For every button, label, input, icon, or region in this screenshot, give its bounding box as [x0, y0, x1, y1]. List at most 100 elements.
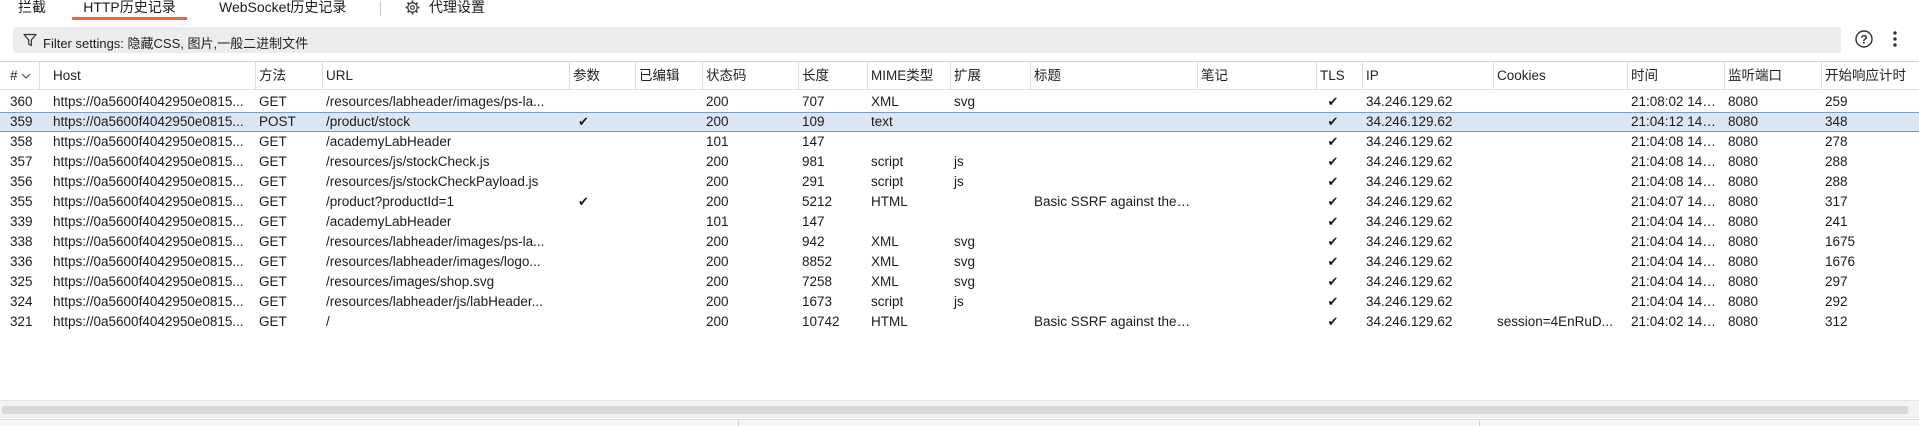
cell-url: /resources/labheader/images/ps-la...: [326, 234, 545, 249]
cell-edited: [629, 312, 696, 332]
cell-tls: ✔: [1327, 214, 1339, 229]
cell-time: 21:04:02 14 J...: [1631, 314, 1718, 329]
column-header-length[interactable]: 长度: [792, 62, 868, 90]
cell-tls: ✔: [1327, 194, 1339, 209]
table-row[interactable]: 325 https://0a5600f4042950e0815... GET/res…: [0, 272, 1919, 292]
table-row[interactable]: 358 https://0a5600f4042950e0815... GET/aca…: [0, 132, 1919, 152]
column-header-number[interactable]: #: [0, 62, 40, 90]
tab-http-history[interactable]: HTTP历史记录: [72, 0, 187, 20]
cell-ext: js: [954, 174, 964, 189]
table-row[interactable]: 360 https://0a5600f4042950e0815... GET/res…: [0, 92, 1919, 112]
column-header-cookies[interactable]: Cookies: [1487, 62, 1628, 90]
tab-websocket-history[interactable]: WebSocket历史记录: [219, 0, 346, 20]
cell-title: [1024, 212, 1191, 232]
cell-params: [563, 312, 604, 332]
cell-length: 981: [802, 154, 825, 169]
tab-intercept[interactable]: 拦截: [18, 0, 46, 20]
bottom-panel-edge: [0, 419, 1919, 426]
cell-edited: [629, 152, 696, 172]
cell-method: GET: [259, 234, 287, 249]
column-header-url[interactable]: URL: [316, 62, 570, 90]
cell-method: GET: [259, 214, 287, 229]
column-header-extension[interactable]: 扩展: [944, 62, 1031, 90]
cell-notes: [1191, 272, 1310, 292]
cell-length: 291: [802, 174, 825, 189]
column-header-time[interactable]: 时间: [1621, 62, 1725, 90]
panel-divider: [738, 420, 739, 426]
cell-title: [1024, 252, 1191, 272]
cell-params: [563, 152, 604, 172]
filter-settings-bar[interactable]: Filter settings: 隐藏CSS, 图片,一般二进制文件: [13, 27, 1841, 53]
cell-host: https://0a5600f4042950e0815...: [53, 154, 244, 169]
table-row[interactable]: 324 https://0a5600f4042950e0815... GET/res…: [0, 292, 1919, 312]
more-options-icon[interactable]: [1892, 30, 1898, 48]
cell-cookies: [1487, 92, 1621, 112]
cell-status: 200: [706, 94, 729, 109]
cell-tls: ✔: [1327, 154, 1339, 169]
cell-status: 200: [706, 174, 729, 189]
cell-mime: [861, 132, 944, 152]
cell-title: Basic SSRF against the ...: [1034, 194, 1191, 209]
column-header-listener-port[interactable]: 监听端口: [1718, 62, 1822, 90]
table-row[interactable]: 338 https://0a5600f4042950e0815... GET/res…: [0, 232, 1919, 252]
cell-cookies: [1487, 232, 1621, 252]
cell-method: GET: [259, 194, 287, 209]
cell-ext: js: [954, 154, 964, 169]
cell-title: [1024, 132, 1191, 152]
column-header-extension-label: 扩展: [954, 68, 981, 83]
cell-port: 8080: [1728, 214, 1759, 229]
table-row[interactable]: 355 https://0a5600f4042950e0815... GET/pro…: [0, 192, 1919, 212]
column-header-title[interactable]: 标题: [1024, 62, 1198, 90]
cell-mime: script: [871, 174, 904, 189]
cell-port: 8080: [1728, 114, 1759, 129]
horizontal-scrollbar[interactable]: [0, 400, 1919, 418]
cell-edited: [629, 292, 696, 312]
cell-num: 336: [10, 254, 33, 269]
table-row[interactable]: 339 https://0a5600f4042950e0815... GET/aca…: [0, 212, 1919, 232]
cell-mime: script: [871, 294, 904, 309]
filter-icon: [23, 33, 37, 47]
table-row[interactable]: 321 https://0a5600f4042950e0815... GET / 200…: [0, 312, 1919, 332]
table-row[interactable]: 357 https://0a5600f4042950e0815... GET/res…: [0, 152, 1919, 172]
cell-cookies: [1487, 252, 1621, 272]
cell-port: 8080: [1728, 94, 1759, 109]
cell-port: 8080: [1728, 174, 1759, 189]
column-header-ip[interactable]: IP: [1356, 62, 1494, 90]
column-header-edited[interactable]: 已编辑: [629, 62, 703, 90]
cell-mime: text: [871, 114, 893, 129]
cell-notes: [1191, 172, 1310, 192]
cell-status: 200: [706, 254, 729, 269]
table-row[interactable]: 356 https://0a5600f4042950e0815... GET/res…: [0, 172, 1919, 192]
cell-method: GET: [259, 134, 287, 149]
table-row-selected[interactable]: 359 https://0a5600f4042950e0815... POST/pr…: [0, 112, 1919, 132]
cell-ip: 34.246.129.62: [1366, 314, 1453, 329]
column-header-notes[interactable]: 笔记: [1191, 62, 1317, 90]
cell-params: [563, 252, 604, 272]
cell-length: 942: [802, 234, 825, 249]
cell-ext: svg: [954, 234, 976, 249]
cell-cookies: [1487, 292, 1621, 312]
cell-host: https://0a5600f4042950e0815...: [53, 134, 244, 149]
column-header-method[interactable]: 方法: [249, 62, 323, 90]
cell-time: 21:04:04 14 J...: [1631, 274, 1718, 289]
table-row[interactable]: 336 https://0a5600f4042950e0815... GET/res…: [0, 252, 1919, 272]
cell-status: 200: [706, 154, 729, 169]
cell-resp: 1676: [1825, 254, 1856, 269]
help-icon[interactable]: ?: [1854, 29, 1874, 49]
horizontal-scrollbar-thumb[interactable]: [2, 406, 1908, 414]
column-header-params[interactable]: 参数: [563, 62, 636, 90]
column-header-response-timer[interactable]: 开始响应计时: [1815, 62, 1919, 90]
tab-proxy-settings[interactable]: 代理设置: [429, 0, 485, 20]
gear-icon: [405, 0, 420, 15]
cell-url: /: [326, 314, 330, 329]
column-header-host[interactable]: Host: [43, 62, 256, 90]
cell-ext: [944, 212, 1024, 232]
cell-method: POST: [259, 114, 296, 129]
cell-tls: ✔: [1327, 134, 1339, 149]
cell-ip: 34.246.129.62: [1366, 254, 1453, 269]
column-header-status[interactable]: 状态码: [696, 62, 799, 90]
cell-tls: ✔: [1327, 294, 1339, 309]
cell-ip: 34.246.129.62: [1366, 234, 1453, 249]
column-header-mime-type[interactable]: MIME类型: [861, 62, 951, 90]
cell-edited: [629, 92, 696, 112]
